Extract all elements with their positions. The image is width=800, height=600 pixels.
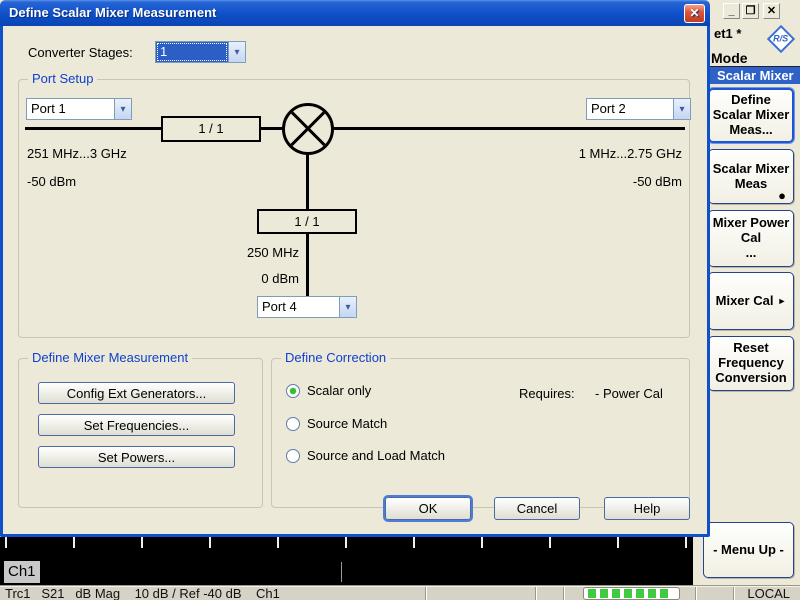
set-powers-button[interactable]: Set Powers... — [38, 446, 235, 468]
mode-heading: Mode — [711, 50, 748, 66]
channel-badge: Ch1 — [4, 561, 40, 583]
softkey-scalar-mixer-meas[interactable]: Scalar Mixer Meas ● — [708, 149, 794, 204]
define-correction-group: Define Correction Scalar only Source Mat… — [271, 358, 690, 508]
softkey-label: - Menu Up - — [713, 543, 784, 558]
lo-frequency: 250 MHz — [199, 245, 299, 260]
converter-stages-value: 1 — [156, 42, 228, 62]
rf-path-line — [25, 127, 685, 130]
lo-attenuation-box: 1 / 1 — [257, 209, 357, 234]
radio-source-match[interactable]: Source Match — [286, 416, 387, 431]
converter-stages-select[interactable]: 1 ▾ — [155, 41, 246, 63]
softkey-define-scalar-mixer-meas[interactable]: Define Scalar Mixer Meas... — [708, 88, 794, 143]
trace-info-text: Trc1 S21 dB Mag 10 dB / Ref -40 dB Ch1 — [5, 586, 280, 600]
status-divider — [733, 587, 734, 600]
radio-button-icon[interactable] — [286, 417, 300, 431]
requires-value: - Power Cal — [595, 386, 663, 401]
help-button[interactable]: Help — [604, 497, 690, 520]
port-setup-group: Port Setup 1 / 1 Port 1 ▾ Port 2 ▾ 251 M… — [18, 79, 690, 338]
dialog-close-icon[interactable]: ✕ — [684, 4, 705, 23]
softkey-mixer-cal[interactable]: Mixer Cal ► — [708, 272, 794, 330]
progress-segment — [588, 589, 596, 598]
dialog-title: Define Scalar Mixer Measurement — [9, 5, 216, 20]
channel-info-divider — [341, 562, 342, 582]
port-setup-legend: Port Setup — [28, 71, 97, 86]
local-remote-status: LOCAL — [747, 586, 790, 600]
define-scalar-mixer-dialog: Define Scalar Mixer Measurement ✕ Conver… — [0, 0, 710, 537]
submenu-arrow-icon: ► — [777, 296, 786, 306]
progress-segment — [660, 589, 668, 598]
port2-power: -50 dBm — [633, 174, 682, 189]
ok-button[interactable]: OK — [385, 497, 471, 520]
logo-glyph: R/S — [773, 34, 788, 44]
cancel-button[interactable]: Cancel — [494, 497, 580, 520]
status-divider — [425, 587, 426, 600]
port2-frequency-range: 1 MHz...2.75 GHz — [579, 146, 682, 161]
status-divider — [563, 587, 564, 600]
port1-frequency-range: 251 MHz...3 GHz — [27, 146, 127, 161]
progress-indicator — [583, 587, 680, 600]
sweep-axis-ticks — [0, 537, 693, 548]
dialog-titlebar[interactable]: Define Scalar Mixer Measurement ✕ — [0, 0, 710, 26]
softkey-label: Reset Frequency Conversion — [709, 341, 793, 386]
mixer-symbol-icon — [282, 103, 334, 155]
radio-label: Scalar only — [307, 383, 371, 398]
channel-info-bar: Ch1 Mix Freq Base Freq Start 251 MHz e P… — [0, 561, 693, 583]
define-mixer-measurement-legend: Define Mixer Measurement — [28, 350, 192, 365]
softkey-label: Mixer Power Cal — [709, 216, 793, 246]
minimize-icon[interactable]: _ — [723, 3, 740, 19]
port4-select[interactable]: Port 4 ▾ — [257, 296, 357, 318]
softkey-mixer-power-cal[interactable]: Mixer Power Cal ... — [708, 210, 794, 267]
radio-label: Source and Load Match — [307, 448, 445, 463]
port1-power: -50 dBm — [27, 174, 76, 189]
softkey-menu-up[interactable]: - Menu Up - — [703, 522, 794, 578]
port1-select[interactable]: Port 1 ▾ — [26, 98, 132, 120]
dropdown-arrow-icon[interactable]: ▾ — [339, 297, 356, 317]
requires-label: Requires: — [519, 386, 575, 401]
radio-scalar-only[interactable]: Scalar only — [286, 383, 371, 398]
setup-name-label: et1 * — [714, 26, 741, 41]
define-mixer-measurement-group: Define Mixer Measurement Config Ext Gene… — [18, 358, 263, 508]
radio-button-icon[interactable] — [286, 449, 300, 463]
mode-value-banner: Scalar Mixer — [707, 66, 800, 84]
trace-area-bottom: Ch1 Mix Freq Base Freq Start 251 MHz e P… — [0, 537, 693, 585]
progress-segment — [612, 589, 620, 598]
status-bar: Trc1 S21 dB Mag 10 dB / Ref -40 dB Ch1 L… — [0, 585, 800, 600]
status-divider — [535, 587, 536, 600]
dropdown-arrow-icon[interactable]: ▾ — [228, 42, 245, 62]
softkey-label: Mixer Cal — [716, 294, 774, 309]
progress-segment — [636, 589, 644, 598]
set-frequencies-button[interactable]: Set Frequencies... — [38, 414, 235, 436]
rohde-schwarz-logo: R/S — [767, 25, 795, 53]
softkey-reset-frequency-conversion[interactable]: Reset Frequency Conversion — [708, 336, 794, 391]
port2-select[interactable]: Port 2 ▾ — [586, 98, 691, 120]
converter-stages-label: Converter Stages: — [28, 45, 133, 60]
dropdown-arrow-icon[interactable]: ▾ — [114, 99, 131, 119]
radio-label: Source Match — [307, 416, 387, 431]
progress-segment — [624, 589, 632, 598]
port4-value: Port 4 — [258, 297, 339, 317]
rf-attenuation-box: 1 / 1 — [161, 116, 261, 142]
dropdown-arrow-icon[interactable]: ▾ — [673, 99, 690, 119]
progress-segment — [648, 589, 656, 598]
close-icon[interactable]: ✕ — [763, 3, 780, 19]
define-correction-legend: Define Correction — [281, 350, 390, 365]
active-measurement-dot-icon: ● — [778, 189, 786, 202]
restore-icon[interactable]: ❐ — [742, 3, 759, 19]
softkey-ellipsis: ... — [746, 246, 757, 261]
lo-power: 0 dBm — [199, 271, 299, 286]
softkey-label: Define Scalar Mixer Meas... — [710, 93, 792, 138]
radio-button-icon[interactable] — [286, 384, 300, 398]
softkey-label: Scalar Mixer Meas — [709, 162, 793, 192]
radio-source-and-load-match[interactable]: Source and Load Match — [286, 448, 445, 463]
status-divider — [695, 587, 696, 600]
port2-value: Port 2 — [587, 99, 673, 119]
config-ext-generators-button[interactable]: Config Ext Generators... — [38, 382, 235, 404]
progress-segment — [600, 589, 608, 598]
port1-value: Port 1 — [27, 99, 114, 119]
